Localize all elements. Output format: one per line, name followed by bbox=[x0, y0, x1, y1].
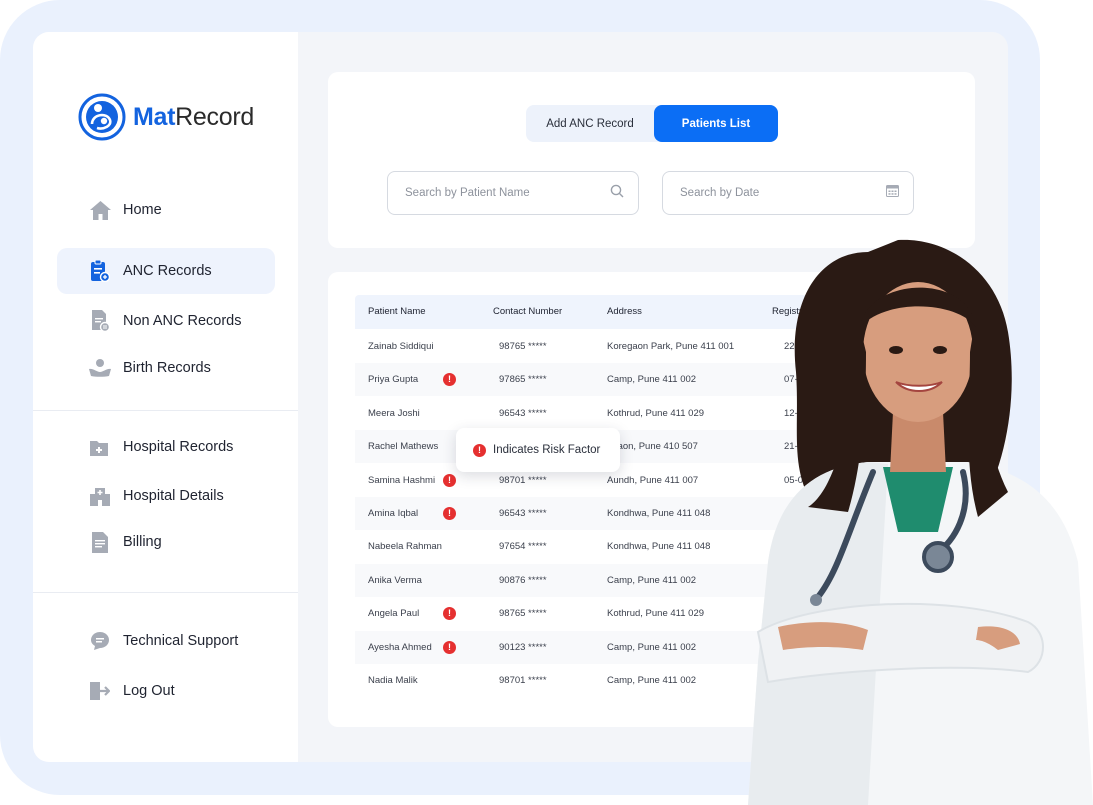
document-icon bbox=[89, 310, 111, 332]
cell-patient-name: Meera Joshi bbox=[368, 407, 420, 419]
tab-add-anc-record[interactable]: Add ANC Record bbox=[526, 105, 654, 142]
cell-contact-number: 98765 ***** bbox=[499, 341, 547, 352]
risk-alert-icon[interactable]: ! bbox=[443, 607, 456, 621]
sidebar-item-non-anc-records[interactable]: Non ANC Records bbox=[57, 298, 275, 344]
tooltip-text: Indicates Risk Factor bbox=[493, 444, 601, 456]
cell-patient-name: Samina Hashmi bbox=[368, 474, 436, 486]
cell-contact-number: 96543 ***** bbox=[499, 407, 547, 419]
cell-address: Aundh, Pune 411 007 bbox=[607, 474, 699, 486]
risk-alert-icon[interactable]: ! bbox=[443, 507, 456, 520]
cell-patient-name: Nabeela Rahman bbox=[368, 541, 442, 553]
sidebar-item-label: Non ANC Records bbox=[123, 313, 242, 329]
support-chat-icon bbox=[89, 630, 111, 652]
mother-baby-icon bbox=[78, 93, 126, 141]
column-header-patient-name[interactable]: Patient Name bbox=[368, 295, 426, 329]
sidebar-divider bbox=[33, 592, 298, 593]
search-date-input[interactable] bbox=[678, 186, 886, 200]
sidebar-item-billing[interactable]: Billing bbox=[57, 519, 275, 565]
cell-contact-number: 90123 ***** bbox=[499, 641, 547, 653]
sidebar-item-label: Billing bbox=[123, 534, 162, 550]
cell-contact-number: 98701 ***** bbox=[499, 675, 547, 686]
cell-address: Koregaon Park, Pune 411 001 bbox=[607, 341, 735, 352]
risk-alert-icon[interactable]: ! bbox=[443, 640, 456, 654]
alert-icon: ! bbox=[473, 443, 486, 457]
sidebar-item-label: Log Out bbox=[123, 683, 175, 699]
cell-patient-name: Angela Paul bbox=[368, 608, 420, 620]
cell-contact-number: 97865 ***** bbox=[499, 374, 547, 386]
sidebar-item-label: Hospital Records bbox=[123, 439, 234, 455]
cell-address: Camp, Pune 411 002 bbox=[607, 675, 697, 686]
sidebar-item-label: Home bbox=[123, 202, 162, 218]
logout-icon bbox=[89, 680, 111, 702]
sidebar-item-birth-records[interactable]: Birth Records bbox=[57, 345, 275, 391]
cell-patient-name: Nadia Malik bbox=[368, 675, 418, 686]
cell-address: Kothrud, Pune 411 029 bbox=[607, 608, 705, 620]
sidebar-item-technical-support[interactable]: Technical Support bbox=[57, 618, 275, 664]
medical-folder-icon bbox=[89, 436, 111, 458]
column-header-address[interactable]: Address bbox=[607, 295, 642, 329]
home-icon bbox=[89, 199, 111, 221]
sidebar-item-anc-records[interactable]: ANC Records bbox=[57, 248, 275, 294]
search-name-input[interactable] bbox=[403, 186, 610, 200]
sidebar-item-label: ANC Records bbox=[123, 263, 212, 279]
sidebar-item-label: Birth Records bbox=[123, 360, 211, 376]
cell-contact-number: 90876 ***** bbox=[499, 574, 547, 586]
sidebar-item-label: Technical Support bbox=[123, 633, 239, 649]
sidebar-item-hospital-records[interactable]: Hospital Records bbox=[57, 424, 275, 470]
brand-name: MatRecord bbox=[133, 102, 254, 131]
risk-alert-icon[interactable]: ! bbox=[443, 473, 456, 487]
controls-card: Add ANC Record Patients List bbox=[328, 72, 975, 248]
cell-patient-name: Priya Gupta bbox=[368, 374, 419, 386]
tab-group: Add ANC Record Patients List bbox=[526, 105, 778, 142]
cell-patient-name: Anika Verma bbox=[368, 574, 422, 586]
logo: MatRecord bbox=[77, 92, 254, 142]
cell-address: egaon, Pune 410 507 bbox=[607, 441, 698, 453]
cell-patient-name: Amina Iqbal bbox=[368, 508, 419, 519]
risk-alert-icon[interactable]: ! bbox=[443, 373, 456, 387]
risk-factor-tooltip: ! Indicates Risk Factor bbox=[456, 428, 620, 472]
cell-address: Kondhwa, Pune 411 048 bbox=[607, 508, 711, 519]
calendar-icon[interactable] bbox=[886, 184, 899, 202]
clipboard-icon bbox=[89, 260, 111, 282]
search-icon[interactable] bbox=[610, 184, 624, 203]
cell-address: Kondhwa, Pune 411 048 bbox=[607, 541, 711, 553]
sidebar-item-label: Hospital Details bbox=[123, 488, 224, 504]
search-by-name-field[interactable] bbox=[387, 171, 639, 215]
doctor-icon bbox=[748, 239, 1093, 805]
hospital-building-icon bbox=[89, 485, 111, 507]
sidebar-item-log-out[interactable]: Log Out bbox=[57, 668, 275, 714]
cell-patient-name: Rachel Mathews bbox=[368, 441, 439, 453]
cell-contact-number: 98765 ***** bbox=[499, 608, 547, 620]
cell-address: Camp, Pune 411 002 bbox=[607, 641, 697, 653]
cell-patient-name: Zainab Siddiqui bbox=[368, 341, 434, 352]
cell-address: Camp, Pune 411 002 bbox=[607, 374, 697, 386]
search-by-date-field[interactable] bbox=[662, 171, 914, 215]
tab-patients-list[interactable]: Patients List bbox=[654, 105, 778, 142]
sidebar: MatRecord Home ANC Records Non ANC Recor… bbox=[33, 32, 298, 762]
cell-address: Camp, Pune 411 002 bbox=[607, 574, 697, 586]
column-header-contact-number[interactable]: Contact Number bbox=[493, 295, 562, 329]
cell-contact-number: 97654 ***** bbox=[499, 541, 547, 553]
hands-baby-icon bbox=[89, 357, 111, 379]
bill-icon bbox=[89, 531, 111, 553]
sidebar-item-home[interactable]: Home bbox=[57, 187, 275, 233]
sidebar-divider bbox=[33, 410, 298, 411]
cell-contact-number: 96543 ***** bbox=[499, 508, 547, 519]
sidebar-item-hospital-details[interactable]: Hospital Details bbox=[57, 473, 275, 519]
cell-address: Kothrud, Pune 411 029 bbox=[607, 407, 705, 419]
cell-patient-name: Ayesha Ahmed bbox=[368, 641, 432, 653]
